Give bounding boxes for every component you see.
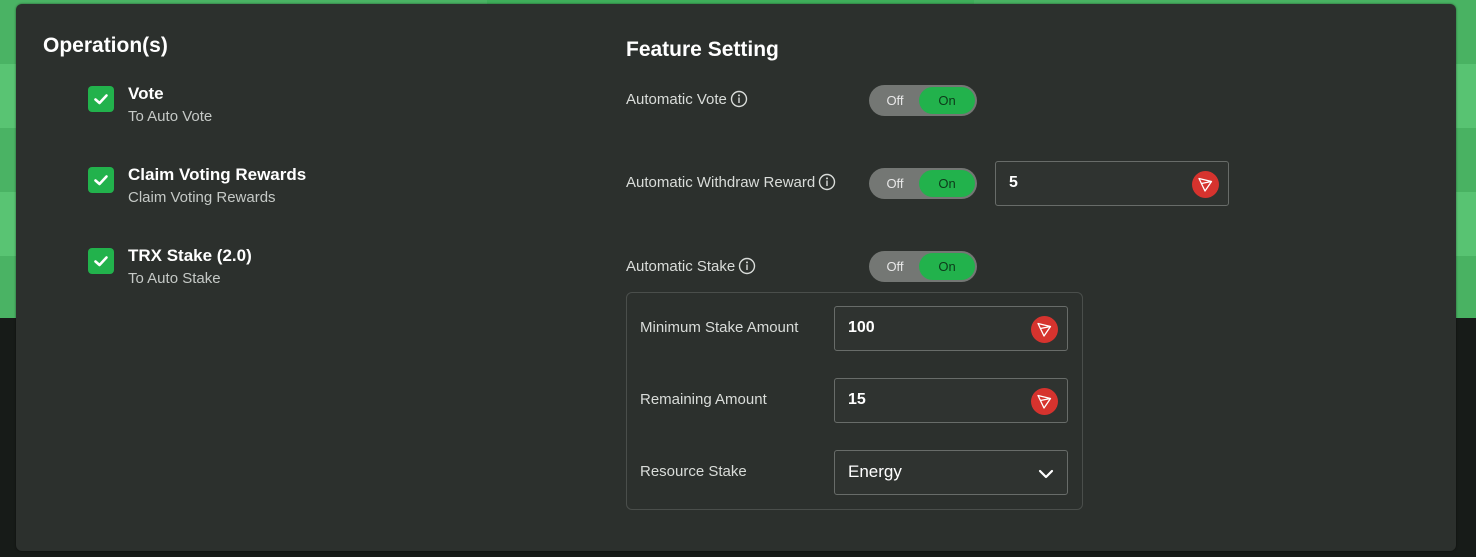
automatic-stake-label: Automatic Stake (626, 257, 756, 275)
automatic-withdraw-label: Automatic Withdraw Reward (626, 173, 836, 191)
automatic-vote-label: Automatic Vote (626, 90, 748, 108)
operations-title: Operation(s) (43, 34, 168, 57)
automatic-withdraw-text: Automatic Withdraw Reward (626, 173, 816, 191)
check-icon (94, 175, 108, 186)
vote-checkbox[interactable] (88, 86, 114, 112)
withdraw-reward-value: 5 (1009, 174, 1018, 191)
toggle-off-label: Off (886, 176, 904, 191)
info-icon[interactable] (818, 173, 836, 191)
operation-title: Vote (128, 84, 164, 103)
toggle-on-label: On (919, 253, 975, 280)
automatic-vote-toggle[interactable]: Off On (869, 85, 977, 116)
resource-stake-select[interactable]: Energy (834, 450, 1068, 495)
trx-icon (1192, 171, 1219, 198)
min-stake-input[interactable]: 100 (834, 306, 1068, 351)
settings-panel: Operation(s) Vote To Auto Vote Claim Vot… (16, 4, 1456, 551)
automatic-withdraw-toggle[interactable]: Off On (869, 168, 977, 199)
remaining-amount-input[interactable]: 15 (834, 378, 1068, 423)
toggle-on-label: On (919, 87, 975, 114)
toggle-off-label: Off (886, 259, 904, 274)
claim-rewards-checkbox[interactable] (88, 167, 114, 193)
check-icon (94, 94, 108, 105)
trx-icon (1031, 316, 1058, 343)
min-stake-label: Minimum Stake Amount (640, 319, 799, 336)
remaining-amount-label: Remaining Amount (640, 391, 767, 408)
operation-subtitle: Claim Voting Rewards (128, 189, 276, 206)
automatic-stake-text: Automatic Stake (626, 257, 736, 275)
chevron-down-icon (1038, 469, 1054, 479)
feature-setting-title: Feature Setting (626, 38, 779, 61)
resource-stake-value: Energy (848, 462, 902, 481)
stake-settings-box: Minimum Stake Amount 100 Remaining Amoun… (626, 292, 1083, 510)
toggle-off-label: Off (886, 93, 904, 108)
trx-icon (1031, 388, 1058, 415)
resource-stake-label: Resource Stake (640, 463, 747, 480)
trx-stake-checkbox[interactable] (88, 248, 114, 274)
toggle-on-label: On (919, 170, 975, 197)
info-icon[interactable] (730, 90, 748, 108)
remaining-amount-value: 15 (848, 391, 866, 408)
automatic-vote-text: Automatic Vote (626, 90, 727, 108)
operation-subtitle: To Auto Vote (128, 108, 213, 125)
check-icon (94, 256, 108, 267)
operation-title: TRX Stake (2.0) (128, 246, 252, 265)
info-icon[interactable] (738, 257, 756, 275)
withdraw-reward-input[interactable]: 5 (995, 161, 1229, 206)
operation-title: Claim Voting Rewards (128, 165, 307, 184)
min-stake-value: 100 (848, 319, 875, 336)
automatic-stake-toggle[interactable]: Off On (869, 251, 977, 282)
operation-subtitle: To Auto Stake (128, 270, 221, 287)
